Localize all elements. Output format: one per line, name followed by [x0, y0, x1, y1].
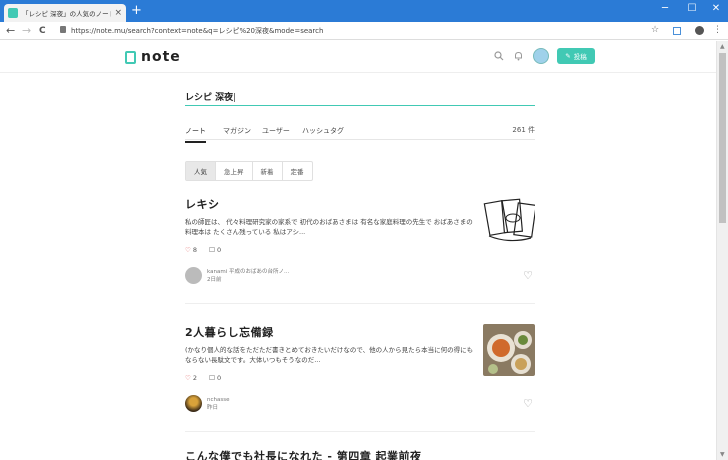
tab-close-icon[interactable]: × — [114, 8, 122, 18]
reload-button[interactable]: C — [39, 24, 46, 38]
tab-notes[interactable]: ノート — [185, 126, 206, 143]
article-author[interactable]: nchasse 昨日 — [185, 395, 229, 412]
search-icon[interactable] — [494, 51, 504, 61]
page-scrollbar[interactable]: ▲ ▼ — [716, 41, 728, 460]
browser-menu-icon[interactable]: ⋮ — [713, 25, 722, 35]
extension-icon[interactable] — [673, 27, 681, 35]
heart-icon: ♡ — [185, 374, 191, 382]
article-thumbnail — [483, 324, 535, 376]
article-excerpt: 私の師匠は、 代々料理研究家の家系で 初代のおばあさまは 有名な家庭料理の先生で… — [185, 218, 473, 236]
scroll-down-icon[interactable]: ▼ — [720, 451, 725, 458]
address-bar[interactable]: https://note.mu/search?context=note&q=レシ… — [71, 26, 323, 36]
new-tab-button[interactable]: + — [131, 4, 142, 18]
maximize-button[interactable]: ☐ — [682, 3, 702, 14]
browser-tab[interactable]: 「レシピ 深夜」の人気のノート一覧 × — [4, 4, 126, 22]
like-heart-icon[interactable]: ♡ — [523, 397, 533, 410]
scroll-up-icon[interactable]: ▲ — [720, 43, 725, 50]
post-button[interactable]: ✎ 投稿 — [557, 48, 595, 64]
article-thumbnail — [483, 196, 535, 248]
header-divider — [0, 72, 716, 73]
post-button-label: 投稿 — [573, 53, 587, 61]
comment-count: 0 — [216, 374, 222, 382]
page-content: note ✎ 投稿 レシピ 深夜 ノート マガジン ユーザー ハッシュタグ 26… — [0, 41, 716, 460]
note-logo[interactable]: note — [125, 49, 181, 65]
browser-toolbar: ← → C https://note.mu/search?context=not… — [0, 22, 728, 40]
post-date: 2日前 — [207, 276, 222, 283]
sort-popular[interactable]: 人気 — [186, 162, 216, 180]
tab-hashtags[interactable]: ハッシュタグ — [302, 126, 344, 136]
sort-segmented-control: 人気 急上昇 新着 定番 — [185, 161, 313, 181]
author-name: kanami 平成のおばあの台所ノ... — [207, 268, 290, 275]
bell-icon[interactable] — [514, 51, 523, 61]
tab-users[interactable]: ユーザー — [262, 126, 290, 136]
tab-magazines[interactable]: マガジン — [223, 126, 251, 136]
sort-trending[interactable]: 急上昇 — [216, 162, 253, 180]
article-divider — [185, 303, 535, 304]
back-button[interactable]: ← — [6, 24, 15, 38]
title-bar: 「レシピ 深夜」の人気のノート一覧 × + ─ ☐ ✕ — [0, 0, 728, 22]
comment-count: 0 — [216, 246, 222, 254]
article-author[interactable]: kanami 平成のおばあの台所ノ... 2日前 — [185, 267, 289, 284]
search-tabs: ノート マガジン ユーザー ハッシュタグ 261 件 — [185, 124, 535, 143]
author-name: nchasse — [207, 396, 230, 403]
article-divider — [185, 431, 535, 432]
article-title[interactable]: こんな僕でも社長になれた - 第四章 起業前夜 — [185, 448, 535, 460]
like-count: 8 — [192, 246, 198, 254]
comment-icon: ☐ — [209, 374, 215, 382]
note-favicon-icon — [8, 8, 18, 18]
bookmark-star-icon[interactable]: ☆ — [651, 25, 659, 35]
article-card[interactable]: 2人暮らし忘備録 (かなり個人的な話をただただ書きとめておきたいだけなので、他の… — [185, 324, 535, 424]
sort-standard[interactable]: 定番 — [283, 162, 312, 180]
search-query: レシピ 深夜 — [185, 93, 236, 103]
article-excerpt: (かなり個人的な話をただただ書きとめておきたいだけなので、他の人から見たら本当に… — [185, 346, 474, 364]
heart-icon: ♡ — [185, 246, 191, 254]
lock-icon — [60, 26, 66, 33]
article-stats: ♡ 8 ☐ 0 — [185, 246, 221, 254]
minimize-button[interactable]: ─ — [655, 3, 675, 14]
article-stats: ♡ 2 ☐ 0 — [185, 374, 221, 382]
like-count: 2 — [192, 374, 198, 382]
avatar — [185, 267, 202, 284]
close-window-button[interactable]: ✕ — [706, 3, 726, 14]
result-count: 261 件 — [512, 126, 535, 134]
profile-icon[interactable] — [695, 26, 704, 35]
search-input[interactable]: レシピ 深夜 — [185, 90, 535, 106]
like-heart-icon[interactable]: ♡ — [523, 269, 533, 282]
comment-icon: ☐ — [209, 246, 215, 254]
post-date: 昨日 — [207, 404, 219, 411]
sort-new[interactable]: 新着 — [253, 162, 283, 180]
tab-title: 「レシピ 深夜」の人気のノート一覧 — [22, 10, 111, 18]
article-card[interactable]: レキシ 私の師匠は、 代々料理研究家の家系で 初代のおばあさまは 有名な家庭料理… — [185, 196, 535, 296]
article-card[interactable]: こんな僕でも社長になれた - 第四章 起業前夜 — [185, 448, 535, 460]
avatar — [185, 395, 202, 412]
forward-button[interactable]: → — [22, 24, 31, 38]
scrollbar-thumb[interactable] — [719, 53, 726, 223]
pencil-icon: ✎ — [565, 52, 571, 60]
logo-text: note — [141, 49, 181, 65]
user-avatar[interactable] — [533, 48, 549, 64]
browser-window: 「レシピ 深夜」の人気のノート一覧 × + ─ ☐ ✕ ← → C https:… — [0, 0, 728, 460]
note-logo-icon — [125, 50, 136, 64]
